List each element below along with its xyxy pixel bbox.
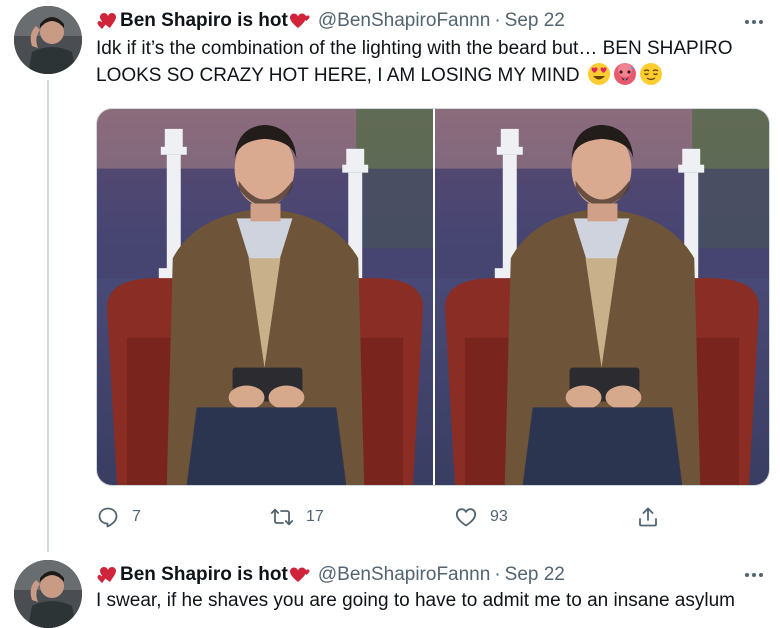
retweet-icon xyxy=(270,508,294,526)
like-count: 93 xyxy=(490,508,508,525)
heart-emoji-icon xyxy=(97,13,116,29)
separator: · xyxy=(494,10,501,31)
tweet-header: Ben Shapiro is hot @BenShapiroFannn · Se… xyxy=(96,9,565,33)
tweet-text: I swear, if he shaves you are going to h… xyxy=(96,588,772,614)
timestamp[interactable]: Sep 22 xyxy=(505,10,565,32)
tweet-text-content: Idk if it’s the combination of the light… xyxy=(96,38,733,86)
display-name-text: Ben Shapiro is hot xyxy=(120,10,288,31)
avatar[interactable] xyxy=(14,560,82,628)
handle[interactable]: @BenShapiroFannn xyxy=(318,564,490,586)
display-name-text: Ben Shapiro is hot xyxy=(120,564,288,585)
tweet-header: Ben Shapiro is hot @BenShapiroFannn · Se… xyxy=(96,563,565,587)
retweet-button[interactable]: 17 xyxy=(270,505,324,529)
more-icon[interactable] xyxy=(742,12,766,32)
timestamp[interactable]: Sep 22 xyxy=(505,564,565,586)
media-grid xyxy=(96,108,770,486)
photo[interactable] xyxy=(435,109,769,485)
heart-emoji-icon xyxy=(289,13,310,28)
more-icon[interactable] xyxy=(742,565,766,585)
reply-icon xyxy=(98,507,118,528)
heart-emoji-icon xyxy=(97,567,116,583)
like-icon xyxy=(455,508,477,527)
tweet[interactable]: Ben Shapiro is hot @BenShapiroFannn · Se… xyxy=(0,548,780,628)
thread-line xyxy=(47,80,49,552)
relieved-face-emoji-icon xyxy=(639,63,662,85)
tweet[interactable]: Ben Shapiro is hot @BenShapiroFannn · Se… xyxy=(0,0,780,552)
hot-face-emoji-icon xyxy=(613,63,636,85)
handle[interactable]: @BenShapiroFannn xyxy=(318,10,490,32)
share-button[interactable] xyxy=(636,505,660,529)
tweet-actions: 7 17 93 xyxy=(96,505,676,533)
display-name[interactable]: Ben Shapiro is hot xyxy=(96,564,312,586)
photo[interactable] xyxy=(97,109,433,485)
share-icon xyxy=(639,507,657,527)
reply-count: 7 xyxy=(132,508,141,525)
separator: · xyxy=(494,564,501,585)
like-button[interactable]: 93 xyxy=(454,505,508,529)
reply-button[interactable]: 7 xyxy=(96,505,141,529)
display-name[interactable]: Ben Shapiro is hot xyxy=(96,10,312,32)
avatar[interactable] xyxy=(14,6,82,74)
heart-emoji-icon xyxy=(289,567,310,582)
retweet-count: 17 xyxy=(306,508,324,525)
tweet-text-content: I swear, if he shaves you are going to h… xyxy=(96,590,735,611)
heart-eyes-emoji-icon xyxy=(587,63,610,85)
tweet-text: Idk if it’s the combination of the light… xyxy=(96,36,772,89)
